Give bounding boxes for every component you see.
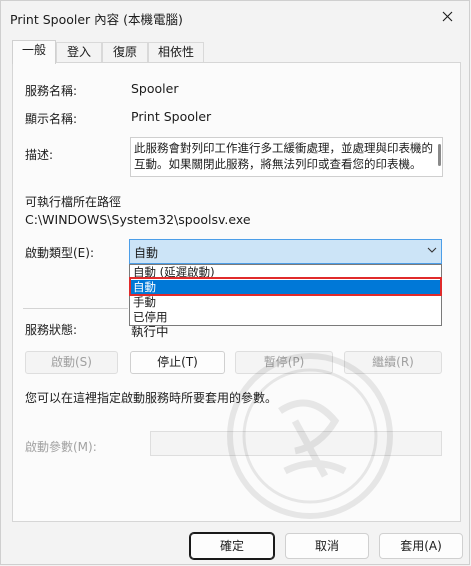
option-manual[interactable]: 手動 <box>130 295 441 310</box>
tab-recovery[interactable]: 復原 <box>102 42 148 62</box>
startup-type-dropdown: 自動 (延遲啟動) 自動 手動 已停用 <box>129 264 442 326</box>
start-params-label: 啟動參數(M): <box>25 440 97 454</box>
exe-path-value: C:\WINDOWS\System32\spoolsv.exe <box>25 212 251 227</box>
description-scrollbar[interactable] <box>436 138 442 176</box>
description-label: 描述: <box>25 148 54 162</box>
close-icon <box>442 11 453 22</box>
tab-dependencies[interactable]: 相依性 <box>148 42 204 62</box>
service-name-value: Spooler <box>131 81 179 96</box>
option-auto-delayed[interactable]: 自動 (延遲啟動) <box>130 265 441 280</box>
description-text: 此服務會對列印工作進行多工緩衝處理，並處理與印表機的互動。如果關閉此服務，將無法… <box>134 141 433 171</box>
properties-dialog: Print Spooler 內容 (本機電腦) 一般 登入 復原 相依性 服務名… <box>0 0 470 565</box>
display-name-value: Print Spooler <box>131 109 212 124</box>
tab-general[interactable]: 一般 <box>12 40 56 64</box>
ok-button[interactable]: 確定 <box>189 532 275 560</box>
watermark-seal-icon <box>227 353 393 519</box>
startup-type-value: 自動 <box>134 246 159 260</box>
general-tab-panel: 服務名稱: Spooler 顯示名稱: Print Spooler 描述: 此服… <box>12 62 461 522</box>
service-name-label: 服務名稱: <box>25 84 78 98</box>
stop-button[interactable]: 停止(T) <box>130 351 225 374</box>
startup-type-label: 啟動類型(E): <box>25 246 94 260</box>
title-bar: Print Spooler 內容 (本機電腦) <box>1 1 469 33</box>
close-button[interactable] <box>435 4 461 30</box>
window-title: Print Spooler 內容 (本機電腦) <box>10 12 183 27</box>
start-button[interactable]: 啟動(S) <box>25 351 118 374</box>
option-auto[interactable]: 自動 <box>130 280 441 295</box>
cancel-button[interactable]: 取消 <box>285 533 369 559</box>
description-box[interactable]: 此服務會對列印工作進行多工緩衝處理，並處理與印表機的互動。如果關閉此服務，將無法… <box>130 137 443 177</box>
separator <box>23 308 128 309</box>
service-status-label: 服務狀態: <box>25 323 78 337</box>
tab-logon[interactable]: 登入 <box>56 42 102 62</box>
startup-type-select[interactable]: 自動 <box>129 239 442 264</box>
chevron-down-icon <box>427 247 437 253</box>
option-disabled[interactable]: 已停用 <box>130 310 441 325</box>
apply-button[interactable]: 套用(A) <box>379 533 463 559</box>
exe-path-label: 可執行檔所在路徑 <box>25 195 122 209</box>
display-name-label: 顯示名稱: <box>25 112 78 126</box>
